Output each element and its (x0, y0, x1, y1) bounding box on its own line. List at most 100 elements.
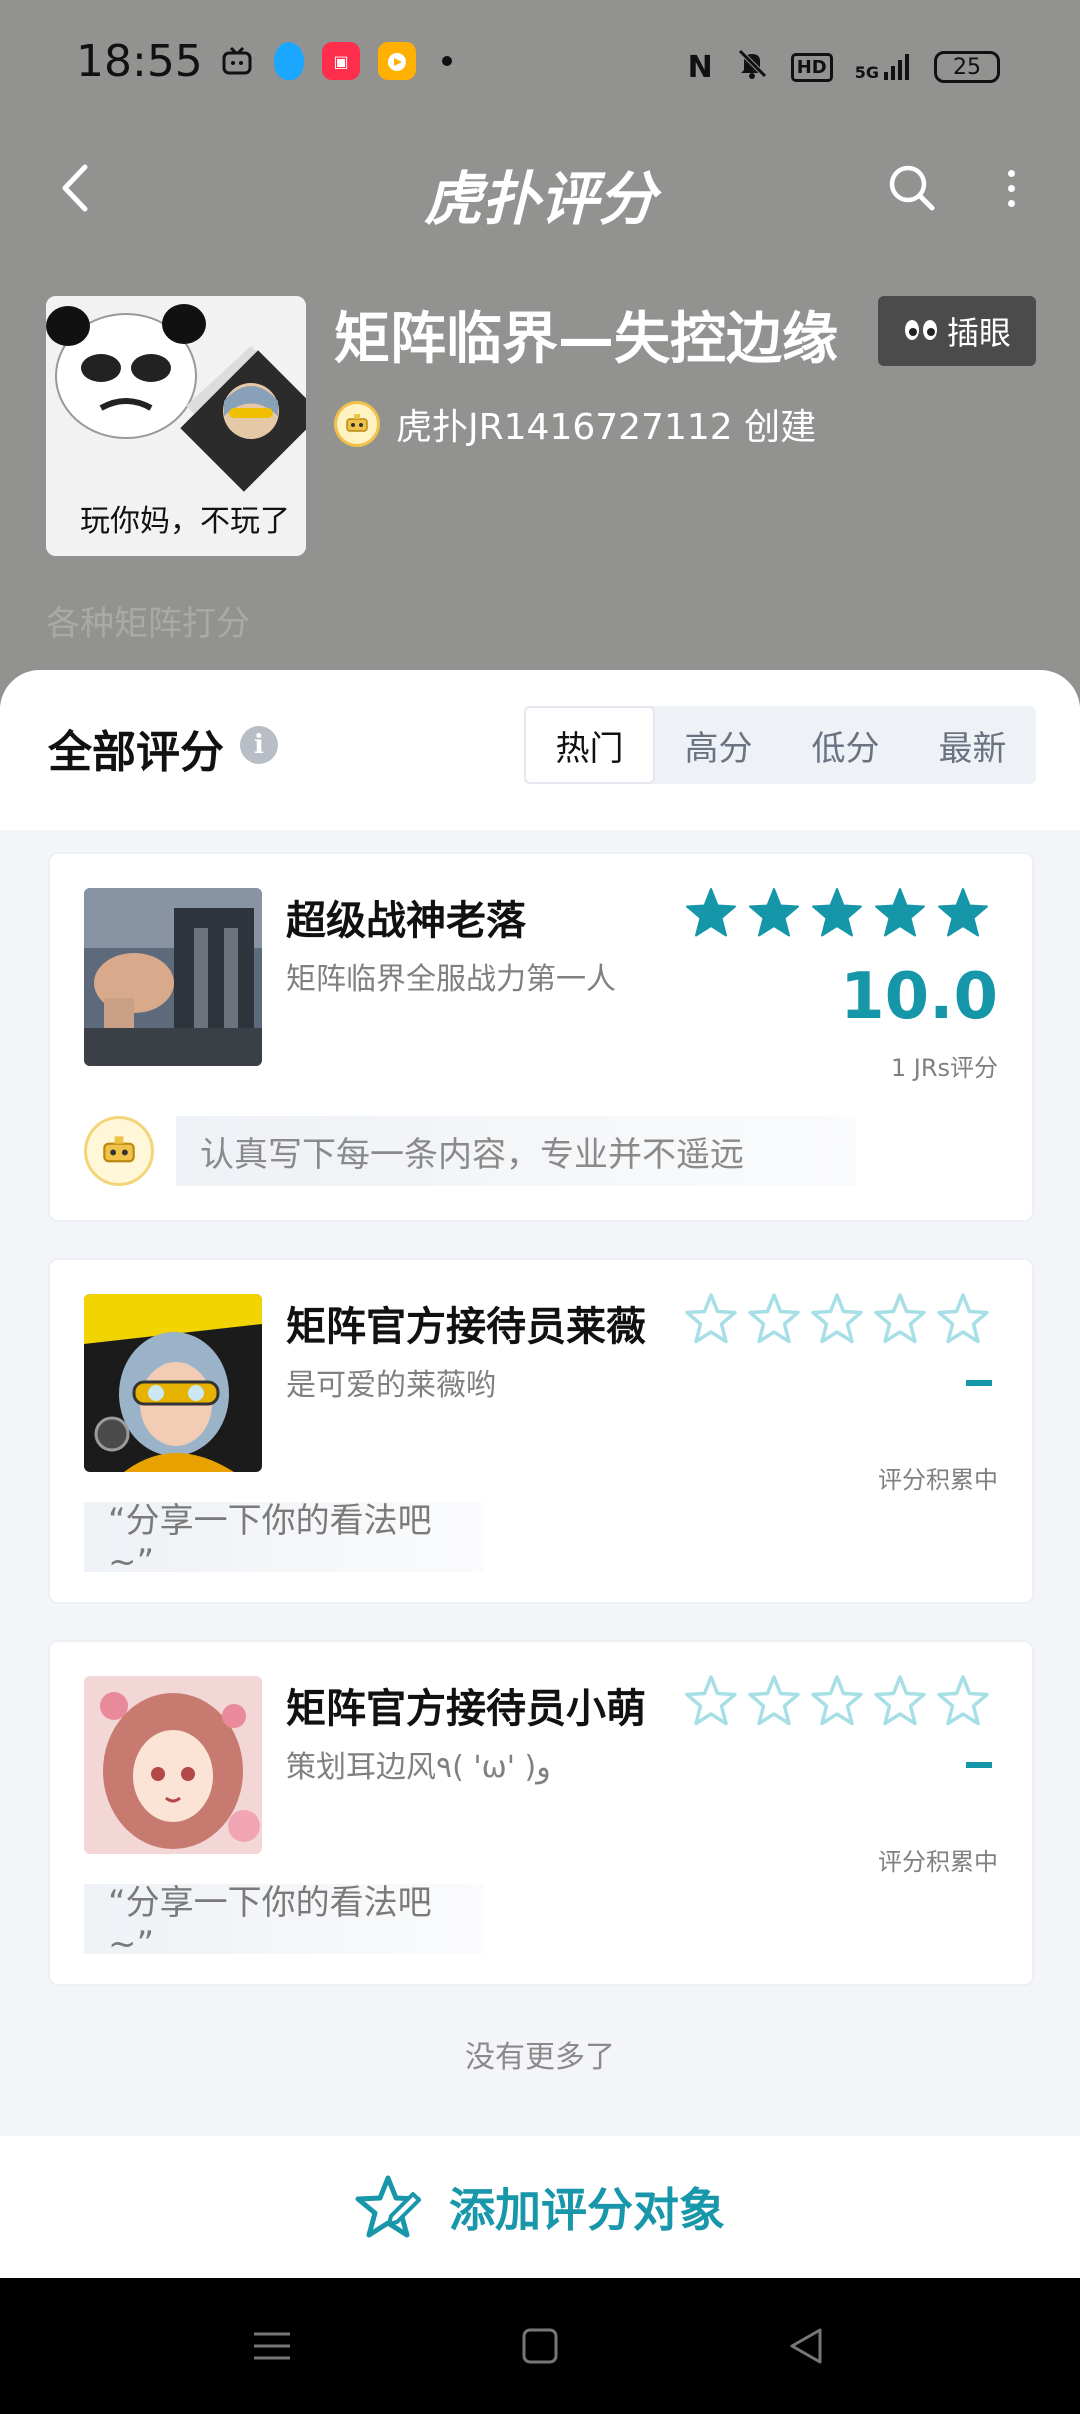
tab-hot[interactable]: 热门 (524, 706, 655, 784)
star-empty-icon (873, 1292, 927, 1350)
status-time: 18:55 (76, 36, 203, 87)
rating-item-card[interactable]: 矩阵官方接待员莱薇 是可爱的莱薇哟 评分积累中 “分享一下你的看法吧~” (48, 1258, 1034, 1604)
anime-girl-goggles-art (84, 1294, 262, 1472)
eyes-icon (903, 312, 939, 350)
nfc-icon: N (687, 49, 713, 85)
tab-low-score[interactable]: 低分 (782, 706, 909, 784)
rating-count: 1 JRs评分 (890, 1054, 998, 1082)
system-navigation-bar (0, 2278, 1080, 2414)
star-empty-icon (684, 1292, 738, 1350)
rating-item-card[interactable]: 矩阵官方接待员小萌 策划耳边风٩( 'ω' )و 评分积累中 “分享一下你的看法… (48, 1640, 1034, 1986)
dot (1007, 169, 1015, 177)
rating-status: 评分积累中 (878, 1466, 998, 1494)
topic-header: 18:55 ▣ N HD 5G 25 虎扑评分 玩你妈，不玩了 矩阵临界—失控边… (0, 0, 1080, 740)
home-button[interactable] (516, 2322, 564, 2370)
star-empty-icon (810, 1674, 864, 1732)
topic-description: 各种矩阵打分 (46, 604, 250, 644)
more-notifications-dot (442, 56, 452, 66)
topic-title: 矩阵临界—失控边缘 (334, 307, 838, 372)
share-opinion-prompt[interactable]: “分享一下你的看法吧~” (84, 1501, 484, 1582)
star-filled-icon (684, 886, 738, 944)
robot-icon (346, 414, 368, 432)
item-subtitle: 是可爱的莱薇哟 (286, 1368, 496, 1403)
item-name: 矩阵官方接待员莱薇 (286, 1304, 646, 1350)
peek-button[interactable]: 插眼 (878, 296, 1036, 366)
hd-icon: HD (790, 52, 833, 82)
robot-icon (103, 1136, 135, 1163)
item-subtitle: 策划耳边风٩( 'ω' )و (286, 1750, 551, 1785)
tv-app-icon (218, 42, 256, 80)
star-rating (684, 1674, 990, 1732)
star-empty-icon (747, 1674, 801, 1732)
creator-info[interactable]: 虎扑JR1416727112 创建 (334, 398, 816, 450)
end-of-list-text: 没有更多了 (465, 2040, 615, 2075)
item-name: 矩阵官方接待员小萌 (286, 1686, 646, 1732)
info-icon[interactable]: i (240, 726, 278, 764)
star-filled-icon (936, 886, 990, 944)
shopping-app-icon: ▣ (322, 42, 360, 80)
search-icon (889, 165, 935, 211)
item-thumbnail (84, 1294, 262, 1472)
top-review[interactable]: 认真写下每一条内容，专业并不遥远 (84, 1116, 856, 1186)
score-placeholder (966, 1762, 992, 1768)
sort-tabs: 热门 高分 低分 最新 (524, 706, 1036, 784)
tab-high-score[interactable]: 高分 (655, 706, 782, 784)
star-empty-icon (684, 1674, 738, 1732)
share-opinion-prompt[interactable]: “分享一下你的看法吧~” (84, 1883, 484, 1964)
star-rating (684, 886, 990, 944)
item-subtitle: 矩阵临界全服战力第一人 (286, 962, 616, 997)
home-square-icon (522, 2328, 558, 2364)
battery-level: 25 (953, 54, 981, 80)
star-empty-icon (873, 1674, 927, 1732)
top-nav-bar: 虎扑评分 (0, 130, 1080, 250)
star-empty-icon (810, 1292, 864, 1350)
system-icons: N HD 5G 25 (688, 46, 1000, 88)
add-rating-target-button[interactable]: 添加评分对象 (0, 2136, 1080, 2278)
dot (1007, 184, 1015, 192)
section-title: 全部评分 (48, 727, 224, 778)
video-app-icon (378, 42, 416, 80)
gym-photo (84, 888, 262, 1066)
star-filled-icon (873, 886, 927, 944)
menu-icon (254, 2332, 290, 2360)
star-empty-icon (936, 1292, 990, 1350)
status-bar: 18:55 ▣ N HD 5G 25 (0, 0, 1080, 130)
ratings-sheet: 全部评分 i 热门 高分 低分 最新 超级战神老落 矩阵临界全服战力第一人 10… (0, 670, 1080, 2136)
item-thumbnail (84, 888, 262, 1066)
back-system-button[interactable] (782, 2322, 830, 2370)
back-triangle-icon (790, 2328, 822, 2364)
cover-caption: 玩你妈，不玩了 (80, 504, 290, 539)
notification-icons: ▣ (218, 42, 452, 80)
star-pencil-icon (355, 2175, 421, 2238)
dot (1007, 199, 1015, 207)
menu-button[interactable] (248, 2322, 296, 2370)
signal-icon: 5G (855, 52, 912, 82)
add-rating-target-label: 添加评分对象 (449, 2183, 725, 2237)
star-filled-icon (810, 886, 864, 944)
rating-item-card[interactable]: 超级战神老落 矩阵临界全服战力第一人 10.0 1 JRs评分 认真写下每一条内… (48, 852, 1034, 1222)
reviewer-avatar (84, 1116, 154, 1186)
item-thumbnail (84, 1676, 262, 1854)
mute-icon (735, 46, 769, 88)
score-placeholder (966, 1380, 992, 1386)
search-button[interactable] (882, 158, 942, 218)
creator-avatar (334, 401, 380, 447)
battery-icon: 25 (934, 51, 1000, 83)
qq-app-icon (274, 42, 304, 80)
ratings-header: 全部评分 i 热门 高分 低分 最新 (0, 670, 1080, 830)
item-score: 10.0 (840, 960, 998, 1034)
star-empty-icon (936, 1674, 990, 1732)
network-type: 5G (854, 63, 879, 82)
star-rating (684, 1292, 990, 1350)
item-name: 超级战神老落 (286, 898, 526, 944)
review-text: 认真写下每一条内容，专业并不遥远 (176, 1116, 856, 1186)
star-empty-icon (747, 1292, 801, 1350)
rating-status: 评分积累中 (878, 1848, 998, 1876)
more-options-button[interactable] (986, 158, 1036, 218)
tab-latest[interactable]: 最新 (909, 706, 1036, 784)
anime-girl-pink-art (84, 1676, 262, 1854)
peek-label: 插眼 (946, 314, 1011, 352)
creator-name: 虎扑JR1416727112 创建 (396, 407, 817, 448)
topic-cover-image: 玩你妈，不玩了 (46, 296, 306, 556)
star-filled-icon (747, 886, 801, 944)
